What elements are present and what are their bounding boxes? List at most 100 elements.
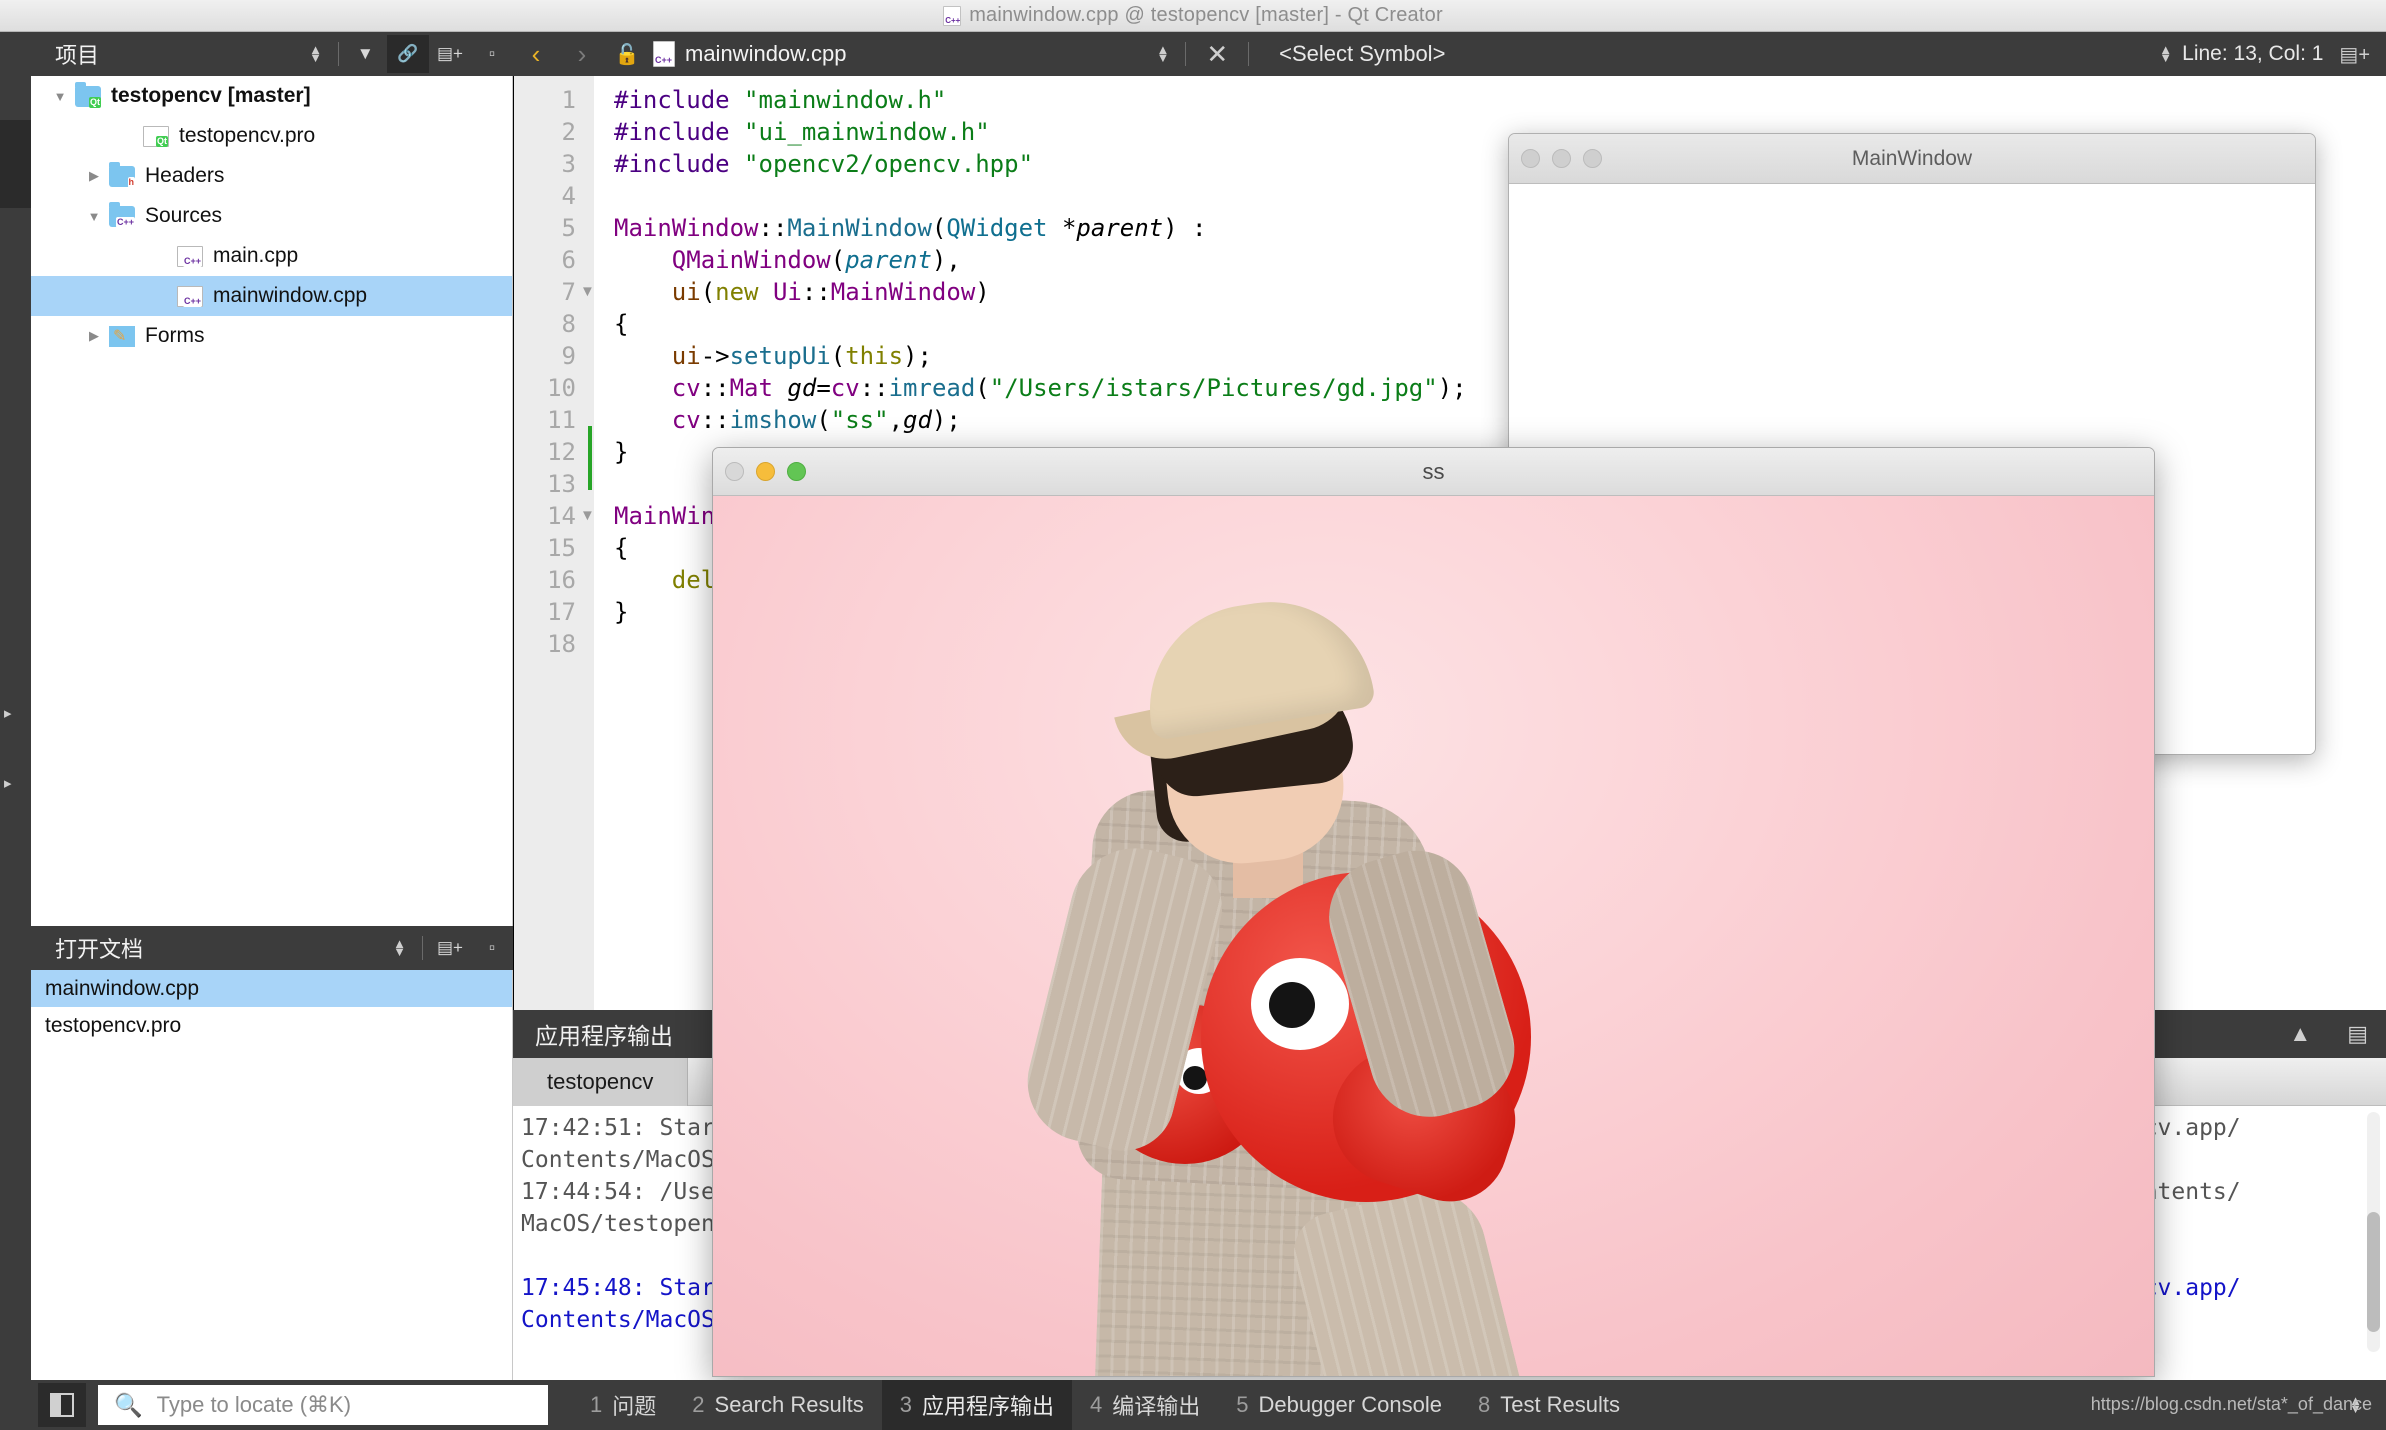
tree-item[interactable]: ▶Forms: [31, 316, 512, 356]
output-tab-label: Test Results: [1500, 1392, 1620, 1418]
chevron-right-icon[interactable]: ▶: [79, 168, 109, 184]
line-number: 12: [514, 436, 576, 468]
tree-item[interactable]: ▶hHeaders: [31, 156, 512, 196]
tree-item-selected[interactable]: C++mainwindow.cpp: [31, 276, 512, 316]
code-line[interactable]: MainWin: [614, 500, 715, 532]
output-tab-number: 5: [1236, 1392, 1248, 1418]
output-pane-tab-1[interactable]: 1问题: [572, 1380, 674, 1430]
split-editor-icon[interactable]: ▤+: [2323, 42, 2386, 67]
projects-panel-header: 项目 ▲▼ ▼ 🔗 ▤+ ▫: [31, 32, 513, 76]
tree-item[interactable]: Qttestopencv.pro: [31, 116, 512, 156]
line-number: 3: [514, 148, 576, 180]
code-line[interactable]: del: [614, 564, 715, 596]
sidebar-toggle-icon[interactable]: [38, 1383, 86, 1427]
fold-toggle-icon[interactable]: ▼: [580, 276, 595, 308]
split-add-icon[interactable]: ▤+: [429, 35, 471, 73]
open-document-item-selected[interactable]: mainwindow.cpp: [31, 970, 512, 1007]
chevron-down-icon[interactable]: ▼: [79, 209, 109, 224]
output-tab-label: 应用程序输出: [922, 1389, 1054, 1421]
editor-filename[interactable]: mainwindow.cpp: [685, 41, 846, 67]
tree-item-label: main.cpp: [213, 244, 298, 268]
mode-slot-2-selected[interactable]: [0, 120, 31, 208]
output-pane-tab-5[interactable]: 5Debugger Console: [1218, 1380, 1460, 1430]
cpp-file-icon: C++: [177, 246, 203, 267]
status-bar: 🔍 Type to locate (⌘K) 1问题2Search Results…: [0, 1380, 2386, 1430]
chevron-right-icon-a[interactable]: ▸: [4, 704, 12, 722]
locator-input[interactable]: 🔍 Type to locate (⌘K): [98, 1385, 548, 1425]
output-tab-number: 3: [900, 1392, 912, 1418]
chevron-right-icon[interactable]: ▶: [79, 328, 109, 344]
code-line[interactable]: #include "opencv2/opencv.hpp": [614, 148, 1033, 180]
output-pane-tab-3[interactable]: 3 应用程序输出: [882, 1380, 1072, 1430]
stepper-icon[interactable]: ▲▼: [299, 46, 332, 62]
output-line-text: 17:45:48: Star: [521, 1275, 715, 1301]
divider: [1185, 42, 1186, 66]
fold-toggle-icon[interactable]: ▼: [580, 500, 595, 532]
stepper-icon[interactable]: ▲▼: [383, 940, 416, 956]
code-line[interactable]: #include "ui_mainwindow.h": [614, 116, 990, 148]
code-line[interactable]: ui(new Ui::MainWindow): [614, 276, 990, 308]
unlocked-padlock-icon[interactable]: 🔓: [605, 42, 649, 67]
chevron-right-icon-b[interactable]: ▸: [4, 774, 12, 792]
minimize-icon[interactable]: ▫: [471, 35, 513, 73]
code-line[interactable]: cv::Mat gd=cv::imread("/Users/istars/Pic…: [614, 372, 1467, 404]
code-line[interactable]: }: [614, 596, 628, 628]
ss-window-titlebar[interactable]: ss: [713, 448, 2154, 496]
chevron-down-icon[interactable]: ▼: [45, 89, 75, 104]
mode-slot-3[interactable]: [0, 208, 31, 296]
close-editor-button[interactable]: ✕: [1192, 39, 1242, 70]
opencv-ss-window[interactable]: ss: [712, 447, 2155, 1377]
scrollbar-thumb[interactable]: [2367, 1212, 2380, 1332]
qt-mainwindow-titlebar[interactable]: MainWindow: [1509, 134, 2315, 184]
code-line[interactable]: MainWindow::MainWindow(QWidget *parent) …: [614, 212, 1206, 244]
code-line[interactable]: #include "mainwindow.h": [614, 84, 946, 116]
code-line[interactable]: QMainWindow(parent),: [614, 244, 961, 276]
output-tab-testopencv[interactable]: testopencv: [513, 1058, 688, 1106]
open-documents-list[interactable]: mainwindow.cpptestopencv.pro: [31, 970, 513, 1380]
code-line[interactable]: {: [614, 308, 628, 340]
tree-item-label: testopencv [master]: [111, 84, 311, 108]
split-add-icon[interactable]: ▤+: [429, 929, 471, 967]
line-number: 10: [514, 372, 576, 404]
mode-slot-4[interactable]: [0, 296, 31, 384]
forms-folder-icon: [109, 326, 135, 347]
mode-slot-5[interactable]: [0, 384, 31, 472]
line-number: 13: [514, 468, 576, 500]
tree-item[interactable]: ▼C++Sources: [31, 196, 512, 236]
output-scrollbar[interactable]: [2367, 1112, 2380, 1352]
output-line-text: 17:42:51: Star: [521, 1115, 715, 1141]
nav-back-button[interactable]: ‹: [513, 39, 559, 70]
code-line[interactable]: {: [614, 532, 628, 564]
divider: [422, 936, 423, 960]
line-number: 17: [514, 596, 576, 628]
qt-mainwindow-title: MainWindow: [1509, 147, 2315, 171]
nav-forward-button[interactable]: ›: [559, 39, 605, 70]
mode-slot-1[interactable]: [0, 32, 31, 120]
line-number: 16: [514, 564, 576, 596]
line-number-gutter: 1234567▼891011121314▼15161718: [514, 76, 594, 1010]
output-pane-tabs[interactable]: 1问题2Search Results 3 应用程序输出 4编译输出5Debugger …: [572, 1380, 1638, 1430]
current-change-marker: [588, 426, 592, 490]
mode-slot-6[interactable]: [0, 472, 31, 560]
minimize-icon[interactable]: ▫: [471, 929, 513, 967]
stepper-icon[interactable]: ▲▼: [2149, 46, 2182, 62]
chevron-up-icon[interactable]: ▲: [2271, 1021, 2329, 1047]
cpp-file-icon: [653, 41, 675, 67]
output-pane-tab-2[interactable]: 2Search Results: [674, 1380, 881, 1430]
code-line[interactable]: ui->setupUi(this);: [614, 340, 932, 372]
maximize-icon[interactable]: ▤: [2329, 1021, 2386, 1047]
tree-item[interactable]: ▼Qttestopencv [master]: [31, 76, 512, 116]
mode-selector-strip[interactable]: ▸ ▸: [0, 32, 31, 1382]
project-tree[interactable]: ▼Qttestopencv [master]Qttestopencv.pro▶h…: [31, 76, 513, 926]
filter-icon[interactable]: ▼: [345, 35, 387, 73]
open-document-item[interactable]: testopencv.pro: [31, 1007, 512, 1044]
output-pane-tab-8[interactable]: 8Test Results: [1460, 1380, 1638, 1430]
tree-item[interactable]: C++ main.cpp: [31, 236, 512, 276]
code-line[interactable]: cv::imshow("ss",gd);: [614, 404, 961, 436]
output-pane-tab-4[interactable]: 4编译输出: [1072, 1380, 1218, 1430]
window-title-bar: mainwindow.cpp @ testopencv [master] - Q…: [0, 0, 2386, 32]
symbol-selector[interactable]: <Select Symbol>: [1279, 41, 1445, 67]
link-icon[interactable]: 🔗: [387, 35, 429, 73]
code-line[interactable]: }: [614, 436, 628, 468]
stepper-icon[interactable]: ▲▼: [1146, 46, 1179, 62]
